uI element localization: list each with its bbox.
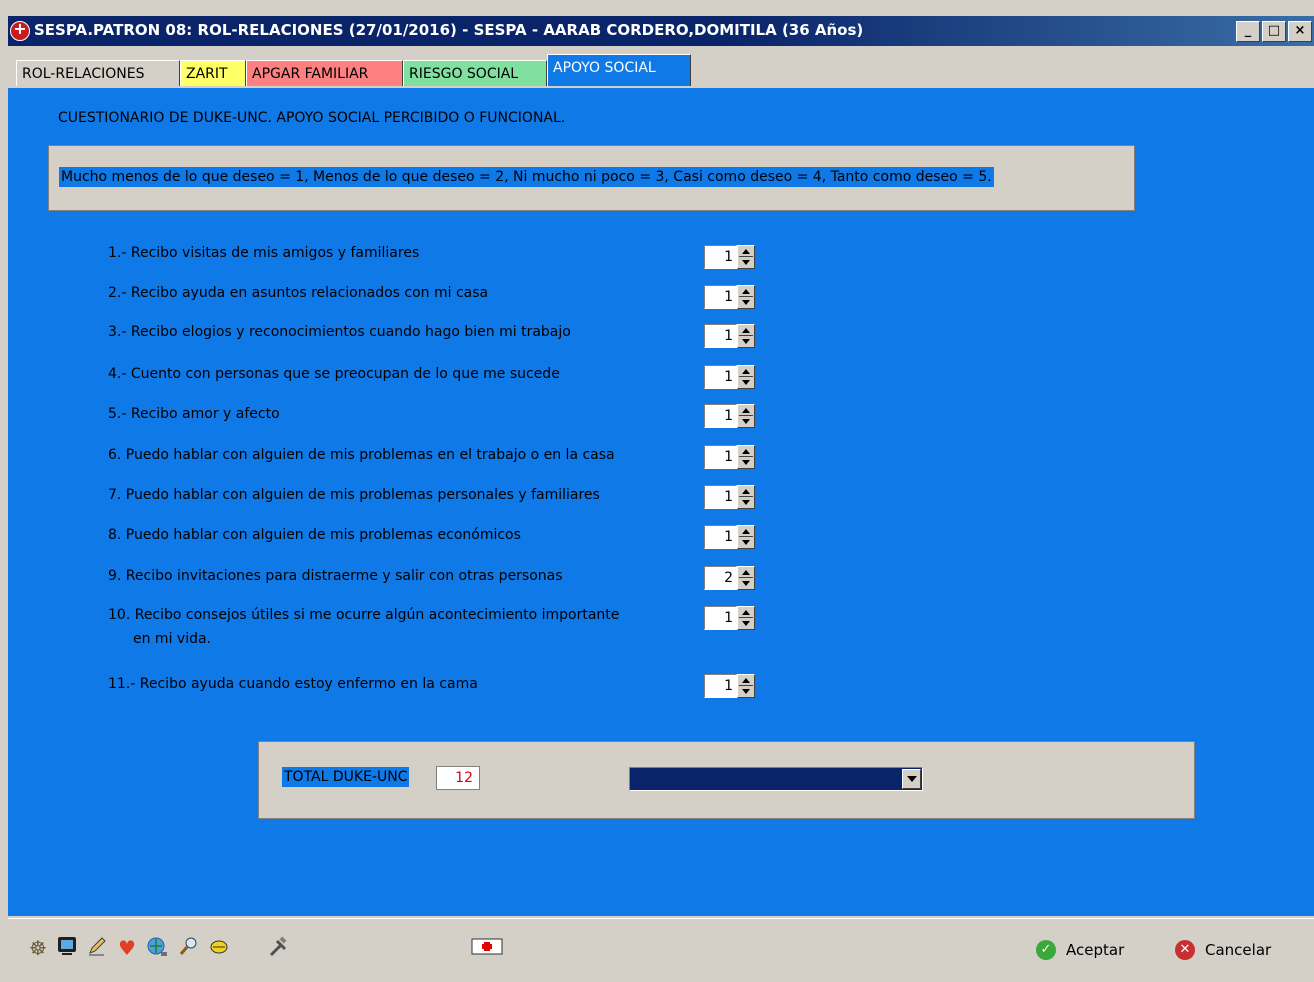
question-3-value[interactable]: 1	[704, 324, 737, 348]
question-8-label: 8. Puedo hablar con alguien de mis probl…	[108, 527, 521, 543]
tab-apoyo-social[interactable]: APOYO SOCIAL	[547, 54, 691, 86]
question-9-spinner[interactable]: 2	[704, 566, 755, 590]
pencil-icon[interactable]	[84, 935, 110, 961]
globe-search-icon[interactable]	[144, 935, 170, 961]
close-button[interactable]: ×	[1288, 21, 1312, 42]
tab-label: ZARIT	[186, 66, 228, 82]
tab-label: ROL-RELACIONES	[22, 66, 145, 82]
question-6-value[interactable]: 1	[704, 445, 737, 469]
tools-icon[interactable]	[266, 935, 292, 961]
cancel-button[interactable]: ✕ Cancelar	[1175, 938, 1271, 962]
total-value: 12	[436, 766, 480, 790]
window-controls: _ □ ×	[1236, 21, 1312, 42]
question-5-value[interactable]: 1	[704, 404, 737, 428]
question-10-label-continued: en mi vida.	[133, 631, 212, 647]
question-6-label: 6. Puedo hablar con alguien de mis probl…	[108, 447, 615, 463]
question-11-value[interactable]: 1	[704, 674, 737, 698]
close-icon: ✕	[1175, 940, 1195, 960]
accept-label: Aceptar	[1066, 941, 1125, 959]
cancel-label: Cancelar	[1205, 941, 1272, 959]
question-10-label: 10. Recibo consejos útiles si me ocurre …	[108, 607, 620, 623]
question-8-spinner[interactable]: 1	[704, 525, 755, 549]
app-logo-icon	[10, 19, 30, 41]
tab-riesgo-social[interactable]: RIESGO SOCIAL	[403, 60, 547, 86]
question-5-spinner[interactable]: 1	[704, 404, 755, 428]
monitor-icon[interactable]	[54, 935, 80, 961]
question-11-spinner[interactable]: 1	[704, 674, 755, 698]
question-2-value[interactable]: 1	[704, 285, 737, 309]
question-10-value[interactable]: 1	[704, 606, 737, 630]
question-7-value[interactable]: 1	[704, 485, 737, 509]
tab-label: RIESGO SOCIAL	[409, 66, 519, 82]
question-11-label: 11.- Recibo ayuda cuando estoy enfermo e…	[108, 676, 478, 692]
question-2-spinner[interactable]: 1	[704, 285, 755, 309]
minimize-button[interactable]: _	[1236, 21, 1260, 42]
result-combo[interactable]	[629, 767, 923, 791]
question-8-value[interactable]: 1	[704, 525, 737, 549]
spinner-arrows[interactable]	[737, 324, 755, 348]
heart-icon[interactable]: ♥	[114, 935, 140, 961]
spinner-arrows[interactable]	[737, 606, 755, 630]
question-1-value[interactable]: 1	[704, 245, 737, 269]
spinner-arrows[interactable]	[737, 404, 755, 428]
magnifier-icon[interactable]	[176, 935, 202, 961]
bottom-toolbar: ☸ ♥ ✓ Aceptar ✕ Cancelar	[8, 918, 1314, 982]
question-4-value[interactable]: 1	[704, 365, 737, 389]
apoyo-social-panel: CUESTIONARIO DE DUKE-UNC. APOYO SOCIAL P…	[8, 88, 1314, 916]
question-10-spinner[interactable]: 1	[704, 606, 755, 630]
app-window: SESPA.PATRON 08: ROL-RELACIONES (27/01/2…	[0, 0, 1314, 982]
spinner-arrows[interactable]	[737, 485, 755, 509]
question-3-label: 3.- Recibo elogios y reconocimientos cua…	[108, 324, 571, 340]
question-9-value[interactable]: 2	[704, 566, 737, 590]
tab-zarit[interactable]: ZARIT	[180, 60, 246, 86]
window-title: SESPA.PATRON 08: ROL-RELACIONES (27/01/2…	[34, 21, 864, 39]
question-1-spinner[interactable]: 1	[704, 245, 755, 269]
spinner-arrows[interactable]	[737, 285, 755, 309]
chevron-down-icon[interactable]	[902, 769, 921, 789]
question-4-label: 4.- Cuento con personas que se preocupan…	[108, 366, 560, 382]
question-5-label: 5.- Recibo amor y afecto	[108, 406, 280, 422]
tab-apgar-familiar[interactable]: APGAR FAMILIAR	[246, 60, 403, 86]
spinner-arrows[interactable]	[737, 245, 755, 269]
spinner-arrows[interactable]	[737, 365, 755, 389]
question-7-spinner[interactable]: 1	[704, 485, 755, 509]
spinner-arrows[interactable]	[737, 674, 755, 698]
scale-legend: Mucho menos de lo que deseo = 1, Menos d…	[59, 167, 994, 187]
question-6-spinner[interactable]: 1	[704, 445, 755, 469]
questionnaire-heading: CUESTIONARIO DE DUKE-UNC. APOYO SOCIAL P…	[58, 110, 566, 126]
first-aid-icon[interactable]	[470, 935, 504, 961]
pill-icon[interactable]	[206, 935, 232, 961]
question-4-spinner[interactable]: 1	[704, 365, 755, 389]
maximize-button[interactable]: □	[1262, 21, 1286, 42]
tab-strip: ROL-RELACIONES ZARIT APGAR FAMILIAR RIES…	[8, 50, 1314, 90]
accept-button[interactable]: ✓ Aceptar	[1036, 938, 1124, 962]
title-bar: SESPA.PATRON 08: ROL-RELACIONES (27/01/2…	[8, 16, 1314, 46]
question-9-label: 9. Recibo invitaciones para distraerme y…	[108, 568, 563, 584]
check-icon: ✓	[1036, 940, 1056, 960]
total-box: TOTAL DUKE-UNC 12	[258, 741, 1195, 819]
spinner-arrows[interactable]	[737, 566, 755, 590]
tab-label: APOYO SOCIAL	[553, 60, 656, 76]
spinner-arrows[interactable]	[737, 445, 755, 469]
tab-label: APGAR FAMILIAR	[252, 66, 369, 82]
question-2-label: 2.- Recibo ayuda en asuntos relacionados…	[108, 285, 489, 301]
tab-rol-relaciones[interactable]: ROL-RELACIONES	[16, 60, 180, 86]
question-1-label: 1.- Recibo visitas de mis amigos y famil…	[108, 245, 420, 261]
question-3-spinner[interactable]: 1	[704, 324, 755, 348]
spinner-arrows[interactable]	[737, 525, 755, 549]
question-7-label: 7. Puedo hablar con alguien de mis probl…	[108, 487, 600, 503]
people-icon[interactable]: ☸	[25, 935, 51, 961]
scale-legend-box: Mucho menos de lo que deseo = 1, Menos d…	[48, 145, 1135, 211]
total-label: TOTAL DUKE-UNC	[282, 767, 410, 787]
